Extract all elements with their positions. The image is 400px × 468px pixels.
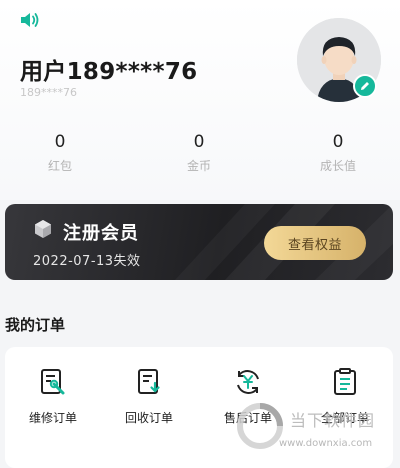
stat-coins[interactable]: 0 金币 xyxy=(159,132,239,174)
watermark-text: 当下软件园 xyxy=(290,411,376,430)
vip-title: 注册会员 xyxy=(63,223,139,244)
speaker-icon[interactable] xyxy=(19,10,41,30)
order-label: 回收订单 xyxy=(124,411,173,425)
vip-card[interactable]: 注册会员 2022-07-13失效 查看权益 xyxy=(5,204,393,280)
repair-order-button[interactable]: 维修订单 xyxy=(13,367,93,426)
order-label: 维修订单 xyxy=(28,411,77,425)
stat-value: 0 xyxy=(193,132,205,152)
stat-red-packet[interactable]: 0 红包 xyxy=(20,132,100,174)
member-cube-icon xyxy=(35,220,51,238)
vip-expire-date: 2022-07-13失效 xyxy=(33,254,141,269)
avatar[interactable] xyxy=(297,18,381,102)
repair-order-icon xyxy=(41,369,65,395)
stat-label: 红包 xyxy=(47,159,72,173)
pencil-icon xyxy=(361,82,369,90)
orders-section-title: 我的订单 xyxy=(5,316,66,334)
user-id: 189****76 xyxy=(20,86,77,99)
recycle-order-icon xyxy=(138,369,160,394)
stat-label: 成长值 xyxy=(319,159,356,173)
username: 用户189****76 xyxy=(20,59,198,85)
stats-bar: 0 红包 0 金币 0 成长值 xyxy=(0,132,400,182)
view-benefits-button[interactable]: 查看权益 xyxy=(264,226,366,260)
stat-growth[interactable]: 0 成长值 xyxy=(298,132,378,174)
stat-value: 0 xyxy=(332,132,344,152)
stat-value: 0 xyxy=(54,132,66,152)
stat-label: 金币 xyxy=(186,159,211,173)
recycle-order-button[interactable]: 回收订单 xyxy=(109,367,189,426)
edit-avatar-button[interactable] xyxy=(353,74,377,98)
watermark-url: www.downxia.com xyxy=(279,438,373,449)
